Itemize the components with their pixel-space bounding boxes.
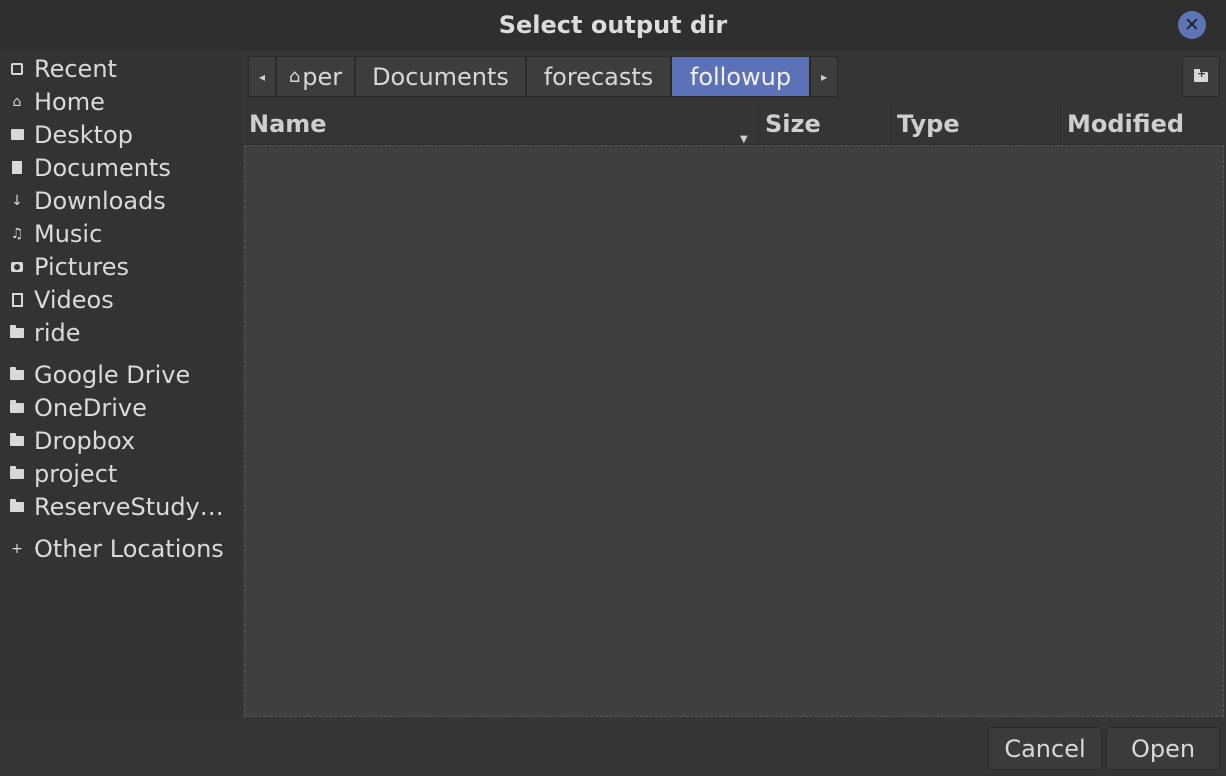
sidebar-item-label: Music xyxy=(34,219,103,248)
sidebar-item-other-locations[interactable]: + Other Locations xyxy=(0,532,241,565)
plus-icon: + xyxy=(11,540,23,557)
sidebar-item-recent[interactable]: Recent xyxy=(0,52,241,85)
file-list[interactable] xyxy=(244,145,1224,717)
cancel-button-label: Cancel xyxy=(1004,734,1086,763)
sidebar-item-label: Downloads xyxy=(34,186,166,215)
sidebar-item-label: Pictures xyxy=(34,252,130,281)
sidebar-item-label: project xyxy=(34,459,118,488)
folder-icon xyxy=(0,324,34,338)
folder-icon xyxy=(0,366,34,380)
breadcrumb-label: Documents xyxy=(372,62,509,91)
sidebar-item-desktop[interactable]: Desktop xyxy=(0,118,241,151)
file-list-header: Name ▼ Size Type Modified xyxy=(243,104,1225,145)
folder-icon xyxy=(0,432,34,446)
sidebar-item-label: Other Locations xyxy=(34,534,224,563)
breadcrumb-home[interactable]: ⌂ per xyxy=(276,56,355,97)
column-header-label: Type xyxy=(897,110,960,138)
sidebar-item-label: ReserveStudy… xyxy=(34,492,224,521)
title-bar: Select output dir ✕ xyxy=(0,0,1226,51)
sidebar-item-label: Home xyxy=(34,87,105,116)
document-icon xyxy=(0,161,34,174)
dialog-title: Select output dir xyxy=(498,11,728,39)
column-header-label: Size xyxy=(765,110,821,138)
breadcrumb-label: followup xyxy=(689,62,792,91)
cancel-button[interactable]: Cancel xyxy=(988,727,1102,770)
close-icon: ✕ xyxy=(1184,14,1200,36)
music-icon: ♫ xyxy=(10,225,24,242)
sidebar-item-label: OneDrive xyxy=(34,393,147,422)
open-button-label: Open xyxy=(1130,734,1196,763)
breadcrumb-documents[interactable]: Documents xyxy=(355,56,526,97)
sidebar-item-ride[interactable]: ride xyxy=(0,316,241,349)
column-header-name[interactable]: Name ▼ xyxy=(243,104,759,145)
breadcrumb-label: per xyxy=(302,62,343,91)
column-header-label: Name xyxy=(249,110,327,138)
column-header-modified[interactable]: Modified xyxy=(1061,104,1225,144)
film-icon xyxy=(0,292,34,307)
column-header-type[interactable]: Type xyxy=(891,104,1061,144)
sidebar-item-downloads[interactable]: ↓ Downloads xyxy=(0,184,241,217)
sidebar-item-label: ride xyxy=(34,318,81,347)
column-header-size[interactable]: Size xyxy=(759,104,891,144)
sidebar-item-reservestudy[interactable]: ReserveStudy… xyxy=(0,490,241,523)
sidebar-item-label: Recent xyxy=(34,54,117,83)
sidebar-item-label: Google Drive xyxy=(34,360,191,389)
sidebar-item-label: Videos xyxy=(34,285,114,314)
file-chooser-dialog: Select output dir ✕ Recent ⌂ Home Deskto… xyxy=(0,0,1226,776)
sidebar-item-google-drive[interactable]: Google Drive xyxy=(0,358,241,391)
breadcrumb-forecasts[interactable]: forecasts xyxy=(526,56,671,97)
column-header-label: Modified xyxy=(1067,110,1185,138)
sidebar-item-dropbox[interactable]: Dropbox xyxy=(0,424,241,457)
chevron-left-icon: ◂ xyxy=(258,69,266,84)
breadcrumb-followup[interactable]: followup xyxy=(671,56,810,97)
desktop-icon xyxy=(0,129,34,140)
sidebar-item-label: Documents xyxy=(34,153,171,182)
sidebar-item-label: Desktop xyxy=(34,120,133,149)
home-icon: ⌂ xyxy=(12,93,22,110)
chevron-right-icon: ▸ xyxy=(820,69,828,84)
sidebar-item-documents[interactable]: Documents xyxy=(0,151,241,184)
recent-icon xyxy=(0,62,34,75)
pathbar-scroll-right-button[interactable]: ▸ xyxy=(810,56,838,97)
sidebar-item-label: Dropbox xyxy=(34,426,136,455)
sidebar-item-project[interactable]: project xyxy=(0,457,241,490)
sidebar-item-videos[interactable]: Videos xyxy=(0,283,241,316)
places-sidebar: Recent ⌂ Home Desktop Documents ↓ Downlo… xyxy=(0,50,241,720)
download-icon: ↓ xyxy=(11,192,23,209)
breadcrumb-label: forecasts xyxy=(543,62,654,91)
camera-icon xyxy=(0,261,34,272)
pathbar-scroll-left-button[interactable]: ◂ xyxy=(248,56,276,97)
open-button[interactable]: Open xyxy=(1106,727,1220,770)
folder-icon xyxy=(0,465,34,479)
sidebar-item-onedrive[interactable]: OneDrive xyxy=(0,391,241,424)
sidebar-item-music[interactable]: ♫ Music xyxy=(0,217,241,250)
new-folder-icon xyxy=(1194,67,1208,82)
new-folder-button[interactable] xyxy=(1182,56,1220,97)
home-icon: ⌂ xyxy=(288,66,301,87)
close-button[interactable]: ✕ xyxy=(1178,11,1206,39)
sidebar-item-home[interactable]: ⌂ Home xyxy=(0,85,241,118)
folder-icon xyxy=(0,399,34,413)
sidebar-item-pictures[interactable]: Pictures xyxy=(0,250,241,283)
folder-icon xyxy=(0,498,34,512)
